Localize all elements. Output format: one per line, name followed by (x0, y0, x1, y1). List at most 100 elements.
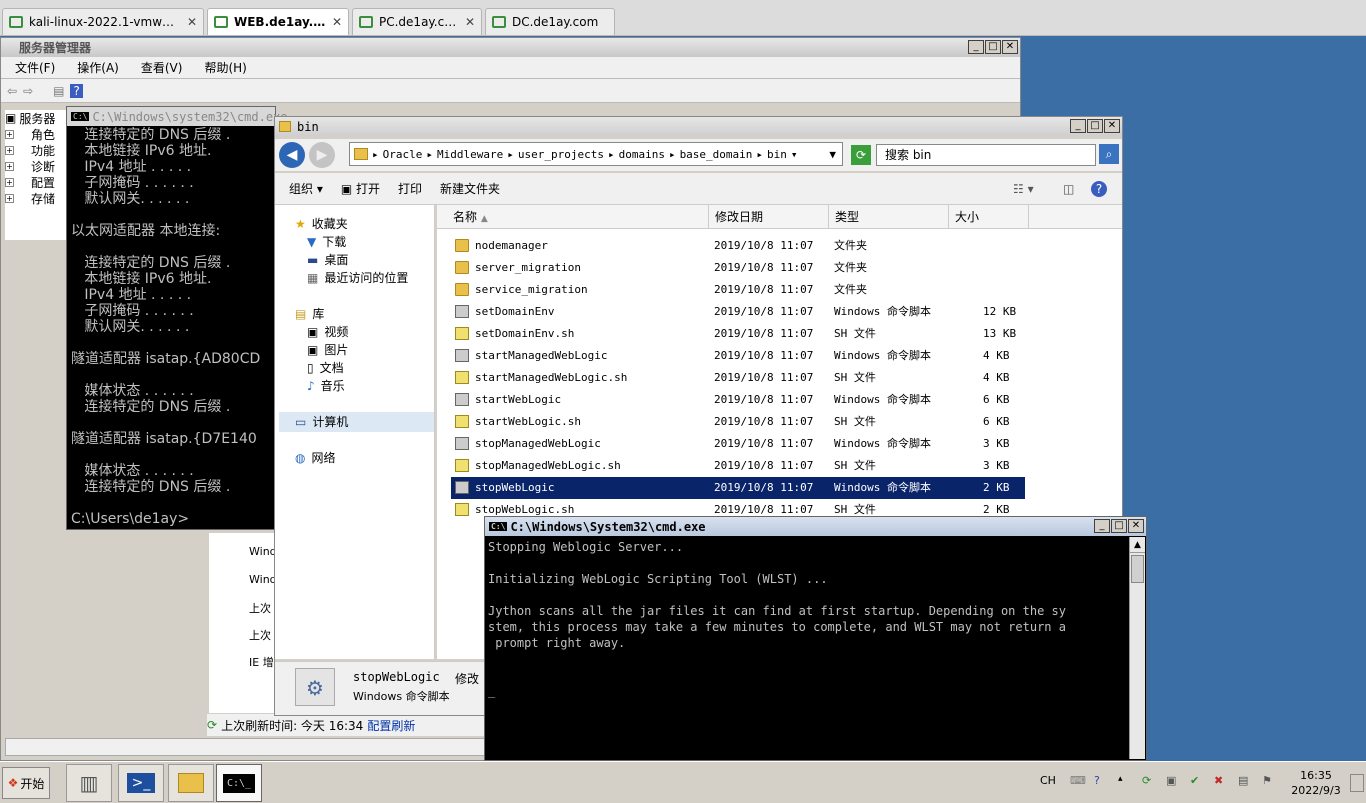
expand-icon[interactable]: + (5, 193, 14, 203)
console-tree-icon[interactable]: ▤ (53, 84, 64, 98)
breadcrumb-item[interactable]: Oracle (383, 148, 423, 161)
help-icon[interactable]: ? (1091, 180, 1107, 197)
file-row[interactable]: setDomainEnv.sh 2019/10/8 11:07 SH 文件 13 KB (451, 323, 1025, 345)
nav-videos[interactable]: ▣ 视频 (307, 323, 348, 340)
refresh-button[interactable]: ⟳ (851, 145, 871, 165)
file-row[interactable]: setDomainEnv 2019/10/8 11:07 Windows 命令脚本 1… (451, 301, 1025, 323)
minimize-button[interactable]: _ (968, 40, 984, 54)
scroll-thumb[interactable] (1131, 555, 1144, 583)
open-button[interactable]: ▣ 打开 (341, 180, 380, 197)
configure-refresh-link[interactable]: 配置刷新 (367, 717, 415, 734)
chevron-up-icon[interactable]: ▴ (1118, 774, 1134, 790)
expand-icon[interactable]: + (5, 129, 14, 139)
tab-web[interactable]: WEB.de1ay.com ✕ (207, 8, 349, 35)
taskbar-powershell[interactable]: >_ (118, 764, 164, 802)
close-button[interactable]: ✕ (1128, 519, 1144, 533)
breadcrumb-item[interactable]: Middleware (437, 148, 503, 161)
file-row[interactable]: stopManagedWebLogic.sh 2019/10/8 11:07 SH … (451, 455, 1025, 477)
file-row[interactable]: service_migration 2019/10/8 11:07 文件夹 (451, 279, 1025, 301)
cmd2-titlebar[interactable]: C:\ C:\Windows\System32\cmd.exe (485, 517, 1146, 536)
back-arrow-icon[interactable]: ⇦ (7, 84, 17, 98)
explorer-titlebar[interactable]: bin (275, 117, 1122, 136)
nav-recent[interactable]: ▦ 最近访问的位置 (307, 269, 408, 286)
forward-arrow-icon[interactable]: ⇨ (23, 84, 33, 98)
chevron-down-icon[interactable]: ▼ (829, 148, 836, 161)
cmd-window-weblogic[interactable]: C:\ C:\Windows\System32\cmd.exe _ □ ✕ St… (484, 516, 1147, 761)
organize-button[interactable]: 组织 ▾ (289, 180, 323, 197)
flag-icon[interactable]: ⚑ (1262, 774, 1278, 790)
action-center-icon[interactable]: ▣ (1166, 774, 1182, 790)
nav-computer[interactable]: ▭ 计算机 (295, 413, 348, 430)
column-date[interactable]: 修改日期 (709, 205, 829, 229)
device-icon[interactable]: ▤ (1238, 774, 1254, 790)
cmd-window-ipconfig[interactable]: C:\ C:\Windows\system32\cmd.exe 连接特定的 DN… (66, 106, 288, 530)
nav-favorites[interactable]: ★ 收藏夹 (295, 215, 348, 232)
forward-button[interactable]: ▶ (309, 142, 335, 168)
expand-icon[interactable]: + (5, 177, 14, 187)
clock[interactable]: 16:35 2022/9/3 (1286, 768, 1346, 798)
menu-file[interactable]: 文件(F) (15, 59, 55, 76)
help-icon[interactable]: ? (1094, 774, 1110, 790)
preview-pane-icon[interactable]: ◫ (1063, 182, 1074, 196)
file-row[interactable]: nodemanager 2019/10/8 11:07 文件夹 (451, 235, 1025, 257)
file-row[interactable]: stopWebLogic 2019/10/8 11:07 Windows 命令脚本 2… (451, 477, 1025, 499)
tab-dc[interactable]: DC.de1ay.com (485, 8, 615, 35)
nav-documents[interactable]: ▯ 文档 (307, 359, 344, 376)
tab-kali[interactable]: kali-linux-2022.1-vmware-am... ✕ (2, 8, 204, 35)
expand-icon[interactable]: + (5, 161, 14, 171)
column-type[interactable]: 类型 (829, 205, 949, 229)
minimize-button[interactable]: _ (1070, 119, 1086, 133)
language-indicator[interactable]: CH (1040, 774, 1056, 787)
column-name[interactable]: 名称 ▲ (447, 205, 709, 229)
file-row[interactable]: startWebLogic 2019/10/8 11:07 Windows 命令脚本… (451, 389, 1025, 411)
tab-pc[interactable]: PC.de1ay.com ✕ (352, 8, 482, 35)
column-size[interactable]: 大小 (949, 205, 1029, 229)
search-icon[interactable]: ⌕ (1099, 144, 1119, 164)
maximize-button[interactable]: □ (1111, 519, 1127, 533)
menu-help[interactable]: 帮助(H) (204, 59, 246, 76)
minimize-button[interactable]: _ (1094, 519, 1110, 533)
nav-pictures[interactable]: ▣ 图片 (307, 341, 348, 358)
breadcrumb-item[interactable]: domains (619, 148, 665, 161)
nav-network[interactable]: ◍ 网络 (295, 449, 336, 466)
taskbar-cmd[interactable]: C:\_ (216, 764, 262, 802)
search-input[interactable]: 搜索 bin (876, 144, 1096, 166)
breadcrumb-item[interactable]: base_domain (680, 148, 753, 161)
nav-libraries[interactable]: ▤ 库 (295, 305, 324, 322)
security-icon[interactable]: ✔ (1190, 774, 1206, 790)
taskbar-server-manager[interactable]: ▥ (66, 764, 112, 802)
nav-music[interactable]: ♪ 音乐 (307, 377, 345, 394)
nav-desktop[interactable]: ▬ 桌面 (307, 251, 348, 268)
taskbar-explorer[interactable] (168, 764, 214, 802)
menu-view[interactable]: 查看(V) (141, 59, 183, 76)
scroll-up-icon[interactable]: ▲ (1130, 537, 1145, 553)
new-folder-button[interactable]: 新建文件夹 (440, 180, 500, 197)
view-options-icon[interactable]: ☷ ▾ (1013, 182, 1034, 196)
file-row[interactable]: server_migration 2019/10/8 11:07 文件夹 (451, 257, 1025, 279)
close-button[interactable]: ✕ (1104, 119, 1120, 133)
breadcrumb-item[interactable]: user_projects (518, 148, 604, 161)
close-icon[interactable]: ✕ (332, 15, 342, 29)
back-button[interactable]: ◀ (279, 142, 305, 168)
breadcrumb-item[interactable]: bin (767, 148, 787, 161)
maximize-button[interactable]: □ (985, 40, 1001, 54)
expand-icon[interactable]: + (5, 145, 14, 155)
keyboard-icon[interactable]: ⌨ (1070, 774, 1086, 790)
print-button[interactable]: 打印 (398, 180, 422, 197)
help-icon[interactable]: ? (70, 83, 83, 98)
cmd1-titlebar[interactable]: C:\ C:\Windows\system32\cmd.exe (67, 107, 288, 126)
maximize-button[interactable]: □ (1087, 119, 1103, 133)
show-desktop-button[interactable] (1350, 774, 1364, 792)
file-row[interactable]: startWebLogic.sh 2019/10/8 11:07 SH 文件 6 KB (451, 411, 1025, 433)
nav-downloads[interactable]: ▼ 下载 (307, 233, 346, 250)
server-manager-titlebar[interactable]: 服务器管理器 (1, 38, 1020, 57)
vertical-scrollbar[interactable]: ▲ (1129, 537, 1145, 759)
menu-action[interactable]: 操作(A) (77, 59, 119, 76)
file-row[interactable]: stopManagedWebLogic 2019/10/8 11:07 Window… (451, 433, 1025, 455)
address-bar[interactable]: ▸ Oracle ▸ Middleware ▸ user_projects ▸ dom… (349, 142, 843, 166)
close-button[interactable]: ✕ (1002, 40, 1018, 54)
update-icon[interactable]: ⟳ (1142, 774, 1158, 790)
close-icon[interactable]: ✕ (187, 15, 197, 29)
network-error-icon[interactable]: ✖ (1214, 774, 1230, 790)
close-icon[interactable]: ✕ (465, 15, 475, 29)
